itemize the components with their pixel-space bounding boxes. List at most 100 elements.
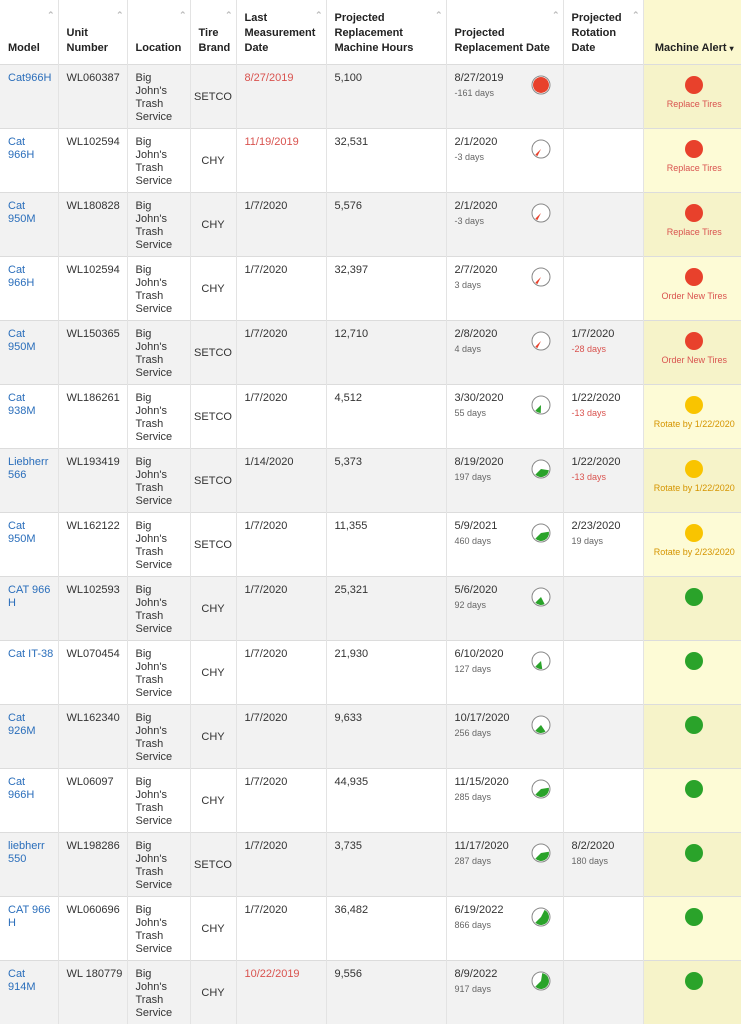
- last-measurement-cell: 1/7/2020: [235, 640, 326, 704]
- alert-label: Order New Tires: [661, 290, 727, 301]
- column-header-last-measurement[interactable]: Last Measurement Date ⌃: [235, 0, 326, 64]
- replacement-date-cell: 2/7/2020 3 days: [445, 256, 563, 320]
- location-text: Big John's Trash Service: [135, 583, 173, 635]
- sort-icon[interactable]: ⌃: [116, 8, 124, 23]
- hours-cell: 21,930: [325, 640, 446, 704]
- table-row[interactable]: Cat 938M WL186261 Big John's Trash Servi…: [0, 384, 741, 448]
- model-link[interactable]: Cat IT-38: [8, 648, 53, 660]
- column-header-rotation-date[interactable]: Projected Rotation Date ⌃: [562, 0, 643, 64]
- column-header-replacement-date[interactable]: Projected Replacement Date ⌃: [445, 0, 563, 64]
- model-link[interactable]: Cat 966H: [8, 264, 34, 289]
- brand-header-label: Tire Brand: [198, 26, 231, 54]
- model-link[interactable]: Liebherr 566: [8, 456, 48, 481]
- model-cell[interactable]: Cat 966H: [0, 256, 58, 320]
- location-cell: Big John's Trash Service: [126, 640, 190, 704]
- model-cell[interactable]: Cat 966H: [0, 768, 58, 832]
- gauge-icon: [531, 139, 550, 158]
- model-cell[interactable]: Cat 938M: [0, 384, 58, 448]
- model-cell[interactable]: Cat 966H: [0, 128, 58, 192]
- sort-icon[interactable]: ⌃: [179, 8, 187, 23]
- gauge-icon: [531, 715, 550, 734]
- model-cell[interactable]: Cat 914M: [0, 960, 58, 1024]
- table-row[interactable]: Cat 966H WL102594 Big John's Trash Servi…: [0, 128, 741, 192]
- hours-cell: 5,576: [325, 192, 446, 256]
- model-link[interactable]: CAT 966 H: [8, 584, 50, 609]
- column-header-model[interactable]: Model ⌃: [0, 0, 58, 64]
- unit-number: WL162340: [66, 711, 120, 724]
- model-link[interactable]: Cat966H: [8, 72, 51, 84]
- model-link[interactable]: Cat 950M: [8, 328, 36, 353]
- table-row[interactable]: CAT 966 H WL060696 Big John's Trash Serv…: [0, 896, 741, 960]
- table-row[interactable]: Cat 966H WL102594 Big John's Trash Servi…: [0, 256, 741, 320]
- status-dot-icon: [685, 139, 704, 158]
- rotation-date: 1/22/2020: [571, 455, 621, 468]
- table-row[interactable]: Cat966H WL060387 Big John's Trash Servic…: [0, 64, 741, 128]
- model-cell[interactable]: Cat 926M: [0, 704, 58, 768]
- sort-desc-icon[interactable]: ▾: [730, 44, 734, 53]
- model-link[interactable]: Cat 938M: [8, 392, 36, 417]
- model-cell[interactable]: Cat 950M: [0, 512, 58, 576]
- brand-cell: CHY: [189, 960, 236, 1024]
- model-cell[interactable]: CAT 966 H: [0, 896, 58, 960]
- model-cell[interactable]: liebherr 550: [0, 832, 58, 896]
- status-dot-icon: [685, 75, 704, 94]
- model-link[interactable]: Cat 966H: [8, 136, 34, 161]
- table-row[interactable]: Cat 914M WL 180779 Big John's Trash Serv…: [0, 960, 741, 1024]
- column-header-alert[interactable]: Machine Alert ▾: [642, 0, 741, 64]
- sort-icon[interactable]: ⌃: [435, 8, 443, 23]
- table-row[interactable]: Cat 950M WL150365 Big John's Trash Servi…: [0, 320, 741, 384]
- status-dot-icon: [685, 651, 704, 670]
- rotation-days: -13 days: [571, 471, 607, 482]
- status-dot-icon: [685, 843, 704, 862]
- model-cell[interactable]: Cat IT-38: [0, 640, 58, 704]
- table-row[interactable]: Cat 966H WL06097 Big John's Trash Servic…: [0, 768, 741, 832]
- rotation-date-cell: [562, 704, 643, 768]
- alert-cell: [642, 640, 741, 704]
- brand-cell: CHY: [189, 704, 236, 768]
- model-link[interactable]: Cat 950M: [8, 200, 36, 225]
- status-dot-icon: [685, 267, 704, 286]
- table-row[interactable]: Cat 926M WL162340 Big John's Trash Servi…: [0, 704, 741, 768]
- model-cell[interactable]: Cat966H: [0, 64, 58, 128]
- model-link[interactable]: liebherr 550: [8, 840, 45, 865]
- sort-icon[interactable]: ⌃: [632, 8, 640, 23]
- replacement-date: 2/1/2020: [454, 199, 498, 212]
- model-cell[interactable]: CAT 966 H: [0, 576, 58, 640]
- column-header-unit[interactable]: Unit Number ⌃: [57, 0, 127, 64]
- model-cell[interactable]: Liebherr 566: [0, 448, 58, 512]
- sort-icon[interactable]: ⌃: [315, 8, 323, 23]
- table-row[interactable]: CAT 966 H WL102593 Big John's Trash Serv…: [0, 576, 741, 640]
- table-row[interactable]: Cat 950M WL162122 Big John's Trash Servi…: [0, 512, 741, 576]
- model-link[interactable]: Cat 914M: [8, 968, 36, 993]
- brand-cell: SETCO: [189, 64, 236, 128]
- location-cell: Big John's Trash Service: [126, 704, 190, 768]
- location-cell: Big John's Trash Service: [126, 512, 190, 576]
- location-cell: Big John's Trash Service: [126, 896, 190, 960]
- model-link[interactable]: CAT 966 H: [8, 904, 50, 929]
- alert-label: Replace Tires: [666, 162, 722, 173]
- column-header-location[interactable]: Location ⌃: [126, 0, 190, 64]
- sort-icon[interactable]: ⌃: [47, 8, 55, 23]
- location-text: Big John's Trash Service: [135, 199, 173, 251]
- model-link[interactable]: Cat 950M: [8, 520, 36, 545]
- brand-cell: CHY: [189, 576, 236, 640]
- last-measurement-date: 1/7/2020: [244, 391, 288, 404]
- sort-icon[interactable]: ⌃: [552, 8, 560, 23]
- column-header-brand[interactable]: Tire Brand ⌃: [189, 0, 236, 64]
- model-link[interactable]: Cat 966H: [8, 776, 34, 801]
- replacement-hours: 11,355: [334, 519, 368, 532]
- brand-cell: CHY: [189, 896, 236, 960]
- model-link[interactable]: Cat 926M: [8, 712, 36, 737]
- location-cell: Big John's Trash Service: [126, 320, 190, 384]
- sort-icon[interactable]: ⌃: [225, 8, 233, 23]
- replacement-date-cell: 5/9/2021 460 days: [445, 512, 563, 576]
- model-cell[interactable]: Cat 950M: [0, 192, 58, 256]
- table-row[interactable]: Liebherr 566 WL193419 Big John's Trash S…: [0, 448, 741, 512]
- model-cell[interactable]: Cat 950M: [0, 320, 58, 384]
- table-row[interactable]: Cat 950M WL180828 Big John's Trash Servi…: [0, 192, 741, 256]
- gauge-icon: [531, 651, 550, 670]
- column-header-hours[interactable]: Projected Replacement Machine Hours ⌃: [325, 0, 446, 64]
- tire-brand: SETCO: [194, 411, 232, 423]
- table-row[interactable]: liebherr 550 WL198286 Big John's Trash S…: [0, 832, 741, 896]
- table-row[interactable]: Cat IT-38 WL070454 Big John's Trash Serv…: [0, 640, 741, 704]
